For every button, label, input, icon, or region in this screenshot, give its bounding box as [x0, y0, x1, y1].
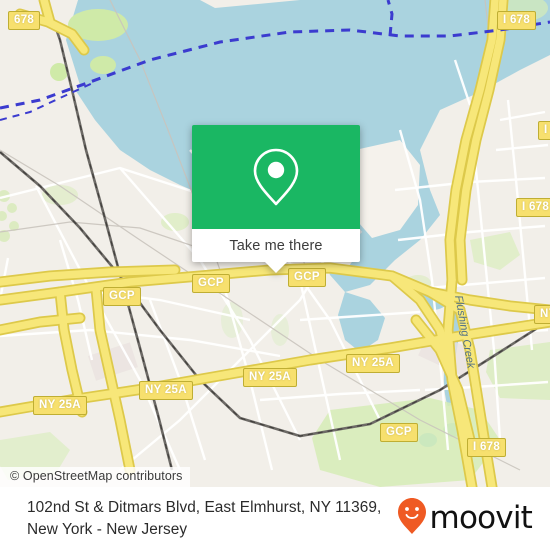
take-me-there-button[interactable]: Take me there	[192, 229, 360, 262]
highway-shield: GCP	[288, 268, 326, 287]
highway-shield: GCP	[192, 274, 230, 293]
footer-bar: 102nd St & Ditmars Blvd, East Elmhurst, …	[0, 487, 550, 550]
osm-attribution[interactable]: © OpenStreetMap contributors	[0, 467, 190, 487]
location-address: 102nd St & Ditmars Blvd, East Elmhurst, …	[27, 497, 397, 541]
highway-shield: NY 25A	[534, 305, 550, 324]
popup-image-area	[192, 125, 360, 229]
highway-shield: I 678	[497, 11, 537, 30]
highway-shield: I 678	[538, 121, 550, 140]
highway-shield: GCP	[380, 423, 418, 442]
highway-shield: NY 25A	[243, 368, 297, 387]
location-popup-card[interactable]: Take me there	[192, 125, 360, 273]
highway-shield: I 678	[467, 438, 507, 457]
highway-shield: 678	[8, 11, 41, 30]
take-me-there-label: Take me there	[229, 237, 323, 254]
moovit-wordmark: moovit	[429, 500, 533, 536]
popup-pointer-tail	[265, 262, 287, 273]
address-line-2: New York - New Jersey	[27, 520, 188, 538]
moovit-map-screenshot: Flushing Creek Flushing Creek I 678I 678…	[0, 0, 550, 550]
highway-shield: NY 25A	[139, 381, 193, 400]
map-pin-icon	[250, 145, 302, 209]
moovit-pin-icon	[397, 497, 427, 540]
highway-shield: NY 25A	[33, 396, 87, 415]
highway-shield: GCP	[103, 287, 141, 306]
address-line-1: 102nd St & Ditmars Blvd, East Elmhurst, …	[27, 498, 382, 516]
highway-shield: NY 25A	[346, 354, 400, 373]
moovit-logo[interactable]: moovit	[397, 497, 536, 540]
highway-shield: I 678	[516, 198, 550, 217]
